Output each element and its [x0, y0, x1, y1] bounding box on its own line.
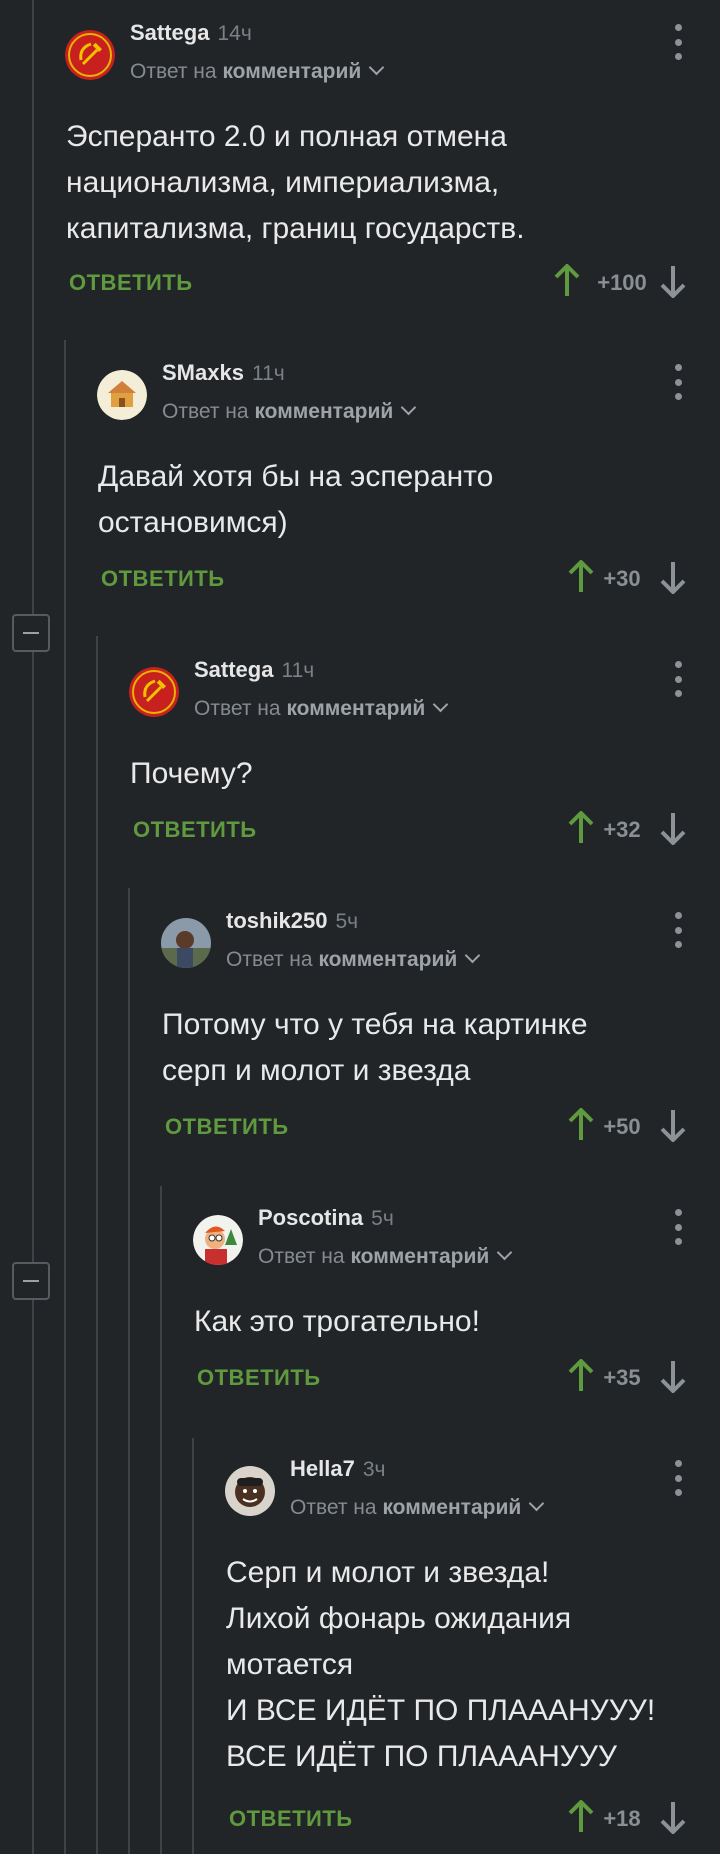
reply-button[interactable]: ОТВЕТИТЬ	[197, 1365, 321, 1391]
reply-button[interactable]: ОТВЕТИТЬ	[165, 1114, 289, 1140]
reply-to[interactable]: Ответ на комментарий	[162, 399, 417, 424]
comment-author[interactable]: Hella7 3ч	[290, 1456, 385, 1482]
comment-body: Потому что у тебя на картинке серп и моло…	[162, 1008, 588, 1087]
chevron-down-icon	[368, 59, 385, 76]
comment-author[interactable]: SMaxks 11ч	[162, 360, 285, 386]
chevron-down-icon	[496, 1244, 513, 1261]
arrow-up-icon[interactable]	[568, 1108, 594, 1142]
comment-body: Серп и молот и звезда! Лихой фонарь ожида…	[226, 1556, 656, 1773]
arrow-down-icon[interactable]	[660, 1800, 686, 1834]
arrow-up-icon[interactable]	[568, 560, 594, 594]
arrow-down-icon[interactable]	[660, 811, 686, 845]
photo-avatar-icon	[225, 1466, 275, 1516]
kebab-menu-icon[interactable]	[674, 1460, 682, 1496]
thread-line	[160, 1186, 162, 1854]
minus-icon	[23, 632, 39, 634]
comment-body: Эсперанто 2.0 и полная отмена национализм…	[66, 120, 525, 245]
avatar[interactable]	[97, 370, 147, 420]
comment-body: Как это трогательно!	[194, 1305, 480, 1338]
arrow-down-icon[interactable]	[660, 264, 686, 298]
comment-time: 3ч	[362, 1458, 386, 1481]
comment-time: 11ч	[251, 362, 285, 385]
comment-score: +30	[603, 566, 641, 591]
avatar[interactable]	[161, 918, 211, 968]
arrow-down-icon[interactable]	[660, 1359, 686, 1393]
chevron-down-icon	[464, 947, 481, 964]
avatar[interactable]	[129, 667, 179, 717]
reply-button[interactable]: ОТВЕТИТЬ	[229, 1806, 353, 1832]
comment-author[interactable]: Sattega 11ч	[194, 657, 314, 683]
comment-author[interactable]: Sattega 14ч	[130, 20, 252, 46]
comment-score: +32	[603, 817, 641, 842]
thread-line	[96, 636, 98, 1854]
reply-to[interactable]: Ответ на комментарий	[226, 947, 481, 972]
reply-button[interactable]: ОТВЕТИТЬ	[69, 270, 193, 296]
reply-button[interactable]: ОТВЕТИТЬ	[133, 817, 257, 843]
comment-score: +100	[597, 270, 647, 295]
minus-icon	[23, 1280, 39, 1282]
comment-time: 5ч	[371, 1207, 394, 1230]
kebab-menu-icon[interactable]	[674, 364, 682, 400]
kebab-menu-icon[interactable]	[674, 1209, 682, 1245]
chevron-down-icon	[432, 696, 449, 713]
house-icon	[97, 370, 147, 420]
avatar[interactable]	[65, 30, 115, 80]
chevron-down-icon	[528, 1495, 545, 1512]
hammer-sickle-icon	[65, 30, 115, 80]
reply-to[interactable]: Ответ на комментарий	[130, 59, 385, 84]
comment-score: +18	[603, 1806, 641, 1831]
arrow-down-icon[interactable]	[660, 560, 686, 594]
chevron-down-icon	[400, 399, 417, 416]
arrow-up-icon[interactable]	[568, 1800, 594, 1834]
hammer-sickle-icon	[129, 667, 179, 717]
thread-line	[128, 888, 130, 1854]
reply-to[interactable]: Ответ на комментарий	[258, 1244, 513, 1269]
comment-body: Почему?	[130, 757, 253, 790]
reply-button[interactable]: ОТВЕТИТЬ	[101, 566, 225, 592]
thread-line	[192, 1438, 194, 1854]
arrow-up-icon[interactable]	[568, 811, 594, 845]
avatar[interactable]	[193, 1215, 243, 1265]
comment-body: Давай хотя бы на эсперанто остановимся)	[98, 460, 494, 539]
collapse-button[interactable]	[12, 1262, 50, 1300]
reply-to[interactable]: Ответ на комментарий	[290, 1495, 545, 1520]
kebab-menu-icon[interactable]	[674, 912, 682, 948]
comment-time: 11ч	[281, 659, 315, 682]
thread-line	[64, 340, 66, 1854]
comment-score: +50	[603, 1114, 641, 1139]
comment-time: 5ч	[335, 910, 359, 933]
thread-line	[32, 0, 34, 1854]
collapse-button[interactable]	[12, 614, 50, 652]
comment-score: +35	[603, 1365, 641, 1390]
arrow-down-icon[interactable]	[660, 1108, 686, 1142]
kebab-menu-icon[interactable]	[674, 661, 682, 697]
arrow-up-icon[interactable]	[568, 1359, 594, 1393]
kebab-menu-icon[interactable]	[674, 24, 682, 60]
photo-avatar-icon	[161, 918, 211, 968]
reply-to[interactable]: Ответ на комментарий	[194, 696, 449, 721]
cartoon-avatar-icon	[193, 1215, 243, 1265]
arrow-up-icon[interactable]	[554, 264, 580, 298]
comment-author[interactable]: toshik250 5ч	[226, 908, 358, 934]
avatar[interactable]	[225, 1466, 275, 1516]
comment-time: 14ч	[217, 22, 252, 45]
comment-author[interactable]: Poscotina 5ч	[258, 1205, 394, 1231]
